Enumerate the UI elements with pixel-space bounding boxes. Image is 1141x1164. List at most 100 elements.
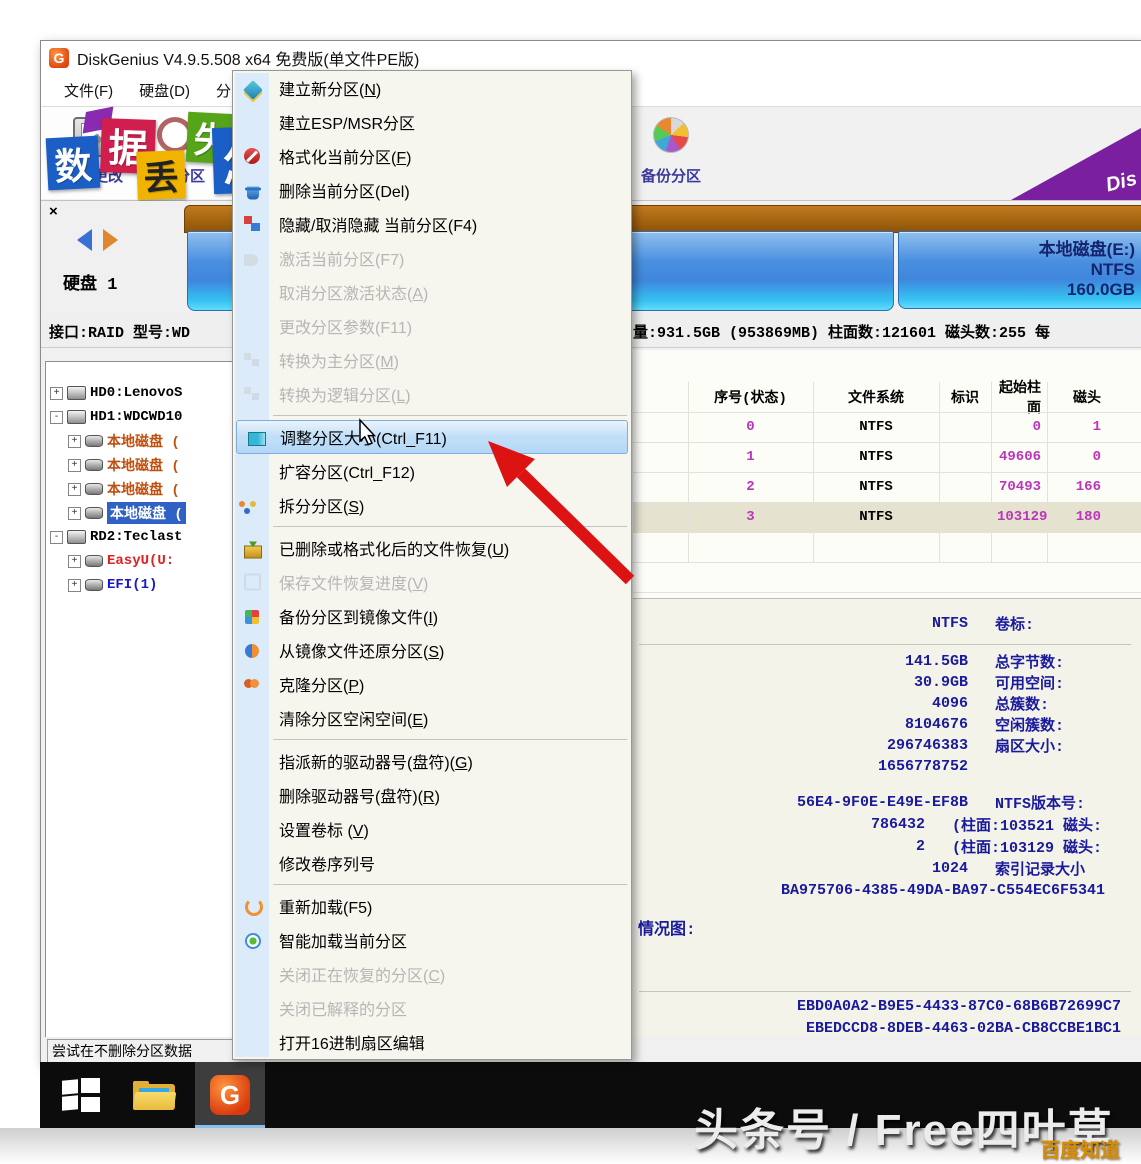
backup-partition-button[interactable]: 备份分区 — [631, 113, 711, 193]
menubar-item-0[interactable]: 文件(F) — [51, 76, 126, 105]
stat-label: 可用空间: — [995, 672, 1064, 693]
tree-item[interactable]: +HD0:LenovoS — [50, 382, 182, 404]
table-header-cell: 标识 — [939, 387, 991, 407]
menu-item[interactable]: 保存文件恢复进度(V) — [233, 565, 631, 599]
menu-item-label: 关闭正在恢复的分区(C) — [279, 962, 445, 986]
tree-item[interactable]: +EasyU(U: — [68, 550, 174, 572]
start-button[interactable] — [50, 1062, 112, 1128]
tree-item[interactable]: +本地磁盘 ( — [68, 430, 180, 452]
tree-expander-icon[interactable]: - — [50, 411, 63, 424]
activate-icon — [244, 254, 258, 266]
recover-icon — [244, 546, 262, 559]
prev-disk-arrow-icon[interactable] — [77, 229, 92, 251]
menu-item[interactable]: 设置卷标 (V) — [233, 812, 631, 846]
menu-item[interactable]: 拆分分区(S) — [233, 488, 631, 522]
save-progress-icon — [244, 574, 261, 591]
tree-expander-icon[interactable]: - — [50, 531, 63, 544]
table-grid-line — [633, 562, 1141, 563]
menu-item-label: 调整分区大小(Ctrl_F11) — [280, 425, 447, 449]
tree-expander-icon[interactable]: + — [68, 555, 81, 568]
close-icon[interactable]: × — [49, 203, 58, 220]
menu-item[interactable]: 打开16进制扇区编辑 — [233, 1025, 631, 1059]
tree-expander-icon[interactable]: + — [68, 459, 81, 472]
table-row[interactable]: 2NTFS70493166 — [633, 472, 1141, 502]
menu-item[interactable]: 修改卷序列号 — [233, 846, 631, 880]
menu-item[interactable]: 关闭正在恢复的分区(C) — [233, 957, 631, 991]
table-cell: 180 — [1047, 509, 1107, 525]
menu-item[interactable]: 格式化当前分区(F) — [233, 139, 631, 173]
menu-item-label: 清除分区空闲空间(E) — [279, 706, 428, 730]
table-grid-line — [1047, 382, 1048, 562]
tree-item[interactable]: +本地磁盘 ( — [68, 454, 180, 476]
partition-icon — [85, 459, 103, 471]
menu-item[interactable]: 隐藏/取消隐藏 当前分区(F4) — [233, 207, 631, 241]
partition-icon — [85, 579, 103, 591]
table-cell: NTFS — [813, 479, 939, 495]
pie-chart-icon — [653, 117, 689, 153]
menu-item[interactable]: 克隆分区(P) — [233, 667, 631, 701]
menu-item[interactable]: 转换为主分区(M) — [233, 343, 631, 377]
menu-item[interactable]: 更改分区参数(F11) — [233, 309, 631, 343]
stat-value: 8104676 — [633, 716, 968, 733]
table-grid-line — [991, 382, 992, 562]
menu-item[interactable]: 删除当前分区(Del) — [233, 173, 631, 207]
tree-item[interactable]: -HD1:WDCWD10 — [50, 406, 182, 428]
screenshot-root: G DiskGenius V4.9.5.508 x64 免费版(单文件PE版) … — [0, 0, 1141, 1164]
menu-item[interactable]: 备份分区到镜像文件(I) — [233, 599, 631, 633]
menu-item[interactable]: 转换为逻辑分区(L) — [233, 377, 631, 411]
partition-e-fs: NTFS — [1091, 260, 1135, 280]
stat-row: 4096总簇数: — [633, 693, 1049, 714]
menu-item[interactable]: 从镜像文件还原分区(S) — [233, 633, 631, 667]
menu-item[interactable]: 清除分区空闲空间(E) — [233, 701, 631, 735]
table-grid-line — [633, 502, 1141, 503]
tree-item[interactable]: +本地磁盘 ( — [68, 478, 180, 500]
stat-row: 296746383扇区大小: — [633, 735, 1064, 756]
ntfs-stat-label: 索引记录大小 — [995, 858, 1085, 879]
menu-item[interactable]: 关闭已解释的分区 — [233, 991, 631, 1025]
table-row[interactable]: 0NTFS01 — [633, 412, 1141, 442]
tree-expander-icon[interactable]: + — [68, 483, 81, 496]
table-row[interactable]: 3NTFS103129180 — [633, 502, 1141, 532]
resize-icon — [248, 432, 266, 446]
table-header-row: 序号(状态)文件系统标识起始柱面磁头 — [633, 382, 1141, 412]
menu-item[interactable]: 重新加载(F5) — [233, 889, 631, 923]
tree-expander-icon[interactable]: + — [50, 387, 63, 400]
next-disk-arrow-icon[interactable] — [103, 229, 118, 251]
menu-item[interactable]: 建立新分区(N) — [233, 71, 631, 105]
partition-bar-e[interactable]: 本地磁盘(E:) NTFS 160.0GB — [898, 231, 1141, 309]
file-explorer-button[interactable] — [124, 1062, 186, 1128]
menu-item[interactable]: 已删除或格式化后的文件恢复(U) — [233, 531, 631, 565]
volume-stats-panel: NTFS 卷标: 141.5GB总字节数:30.9GB可用空间:4096总簇数:… — [633, 598, 1141, 1036]
convert-primary-icon — [244, 351, 262, 369]
table-cell: 2 — [688, 479, 813, 495]
menu-item[interactable]: 取消分区激活状态(A) — [233, 275, 631, 309]
table-cell: 49606 — [991, 449, 1047, 465]
menubar-item-1[interactable]: 硬盘(D) — [126, 76, 203, 105]
tree-expander-icon[interactable]: + — [68, 507, 81, 520]
menu-item[interactable]: 智能加载当前分区 — [233, 923, 631, 957]
restore-image-icon — [245, 644, 259, 658]
menu-item[interactable]: 激活当前分区(F7) — [233, 241, 631, 275]
partition-icon — [85, 483, 103, 495]
tree-item[interactable]: -RD2:Teclast — [50, 526, 182, 548]
tree-item[interactable]: +EFI(1) — [68, 574, 157, 596]
partition-guid: EBEDCCD8-8DEB-4463-02BA-CB8CCBE1BC1 — [633, 1020, 1121, 1036]
menu-item[interactable]: 扩容分区(Ctrl_F12) — [233, 454, 631, 488]
partition-icon — [85, 435, 103, 447]
tree-item[interactable]: +本地磁盘 ( — [68, 502, 186, 524]
diskgenius-taskbar-button[interactable]: G — [195, 1062, 265, 1128]
menu-item-label: 克隆分区(P) — [279, 672, 364, 696]
table-cell: 166 — [1047, 479, 1107, 495]
menu-item[interactable]: 建立ESP/MSR分区 — [233, 105, 631, 139]
menu-item[interactable]: 调整分区大小(Ctrl_F11) — [236, 420, 628, 454]
stat-label: 总字节数: — [995, 651, 1064, 672]
menu-item[interactable]: 指派新的驱动器号(盘符)(G) — [233, 744, 631, 778]
tree-expander-icon[interactable]: + — [68, 435, 81, 448]
table-row[interactable]: 1NTFS496060 — [633, 442, 1141, 472]
ntfs-stat-row: 786432(柱面:103521 磁头: — [633, 814, 1102, 835]
table-cell: 1 — [1047, 419, 1107, 435]
menu-item[interactable]: 删除驱动器号(盘符)(R) — [233, 778, 631, 812]
stat-value: 141.5GB — [633, 653, 968, 670]
tree-expander-icon[interactable]: + — [68, 579, 81, 592]
menu-separator — [233, 411, 631, 420]
